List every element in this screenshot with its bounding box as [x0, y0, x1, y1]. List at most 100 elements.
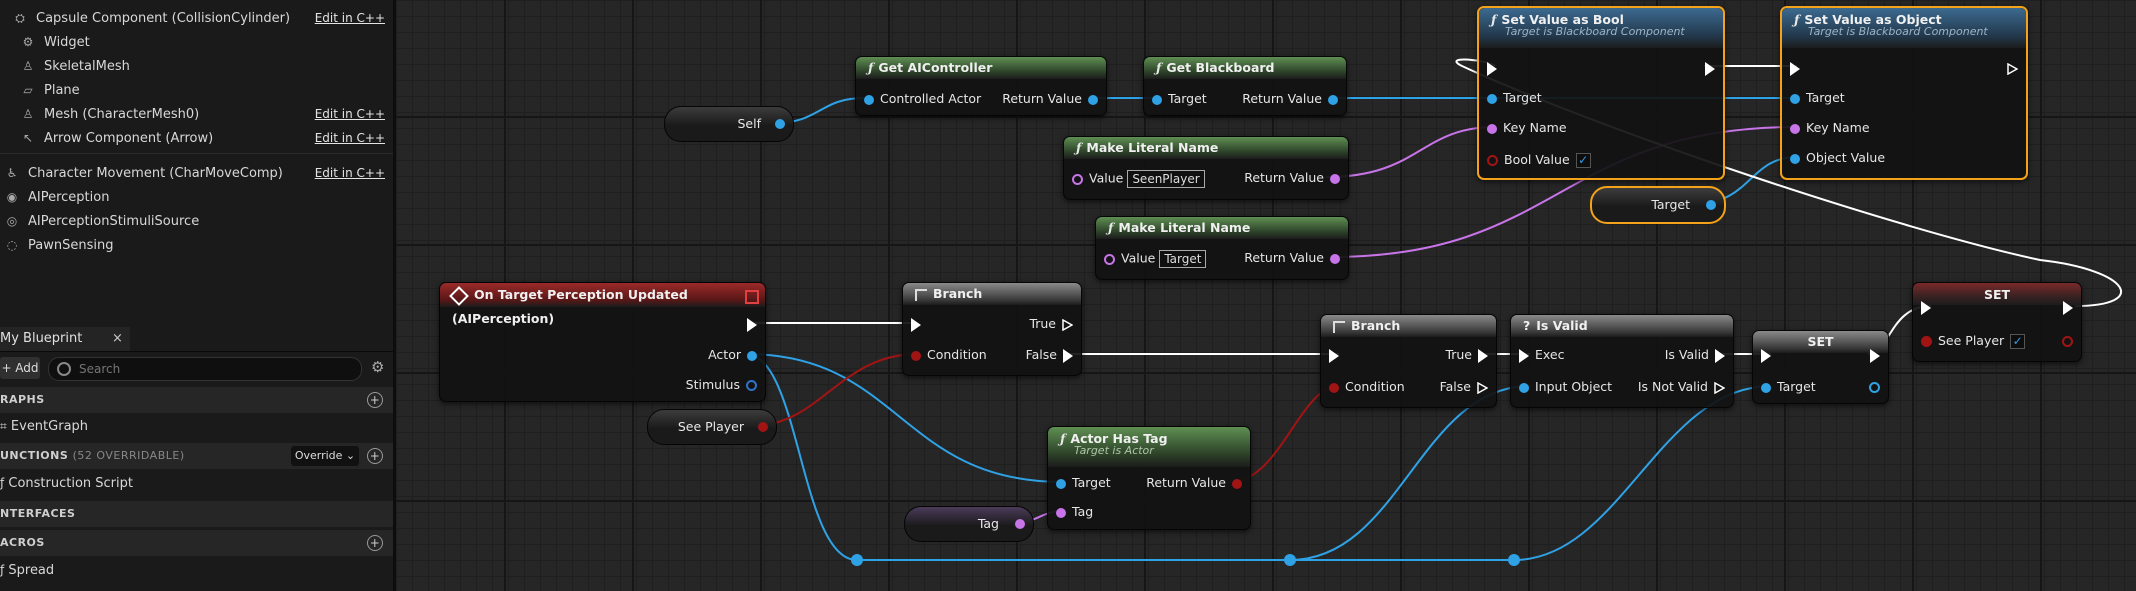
exec-pin-icon[interactable] [1761, 348, 1771, 363]
set-value-as-bool-node[interactable]: ƒ Set Value as Bool Target is Blackboard C… [1477, 6, 1725, 180]
search-input[interactable] [77, 360, 351, 378]
tab-my-blueprint[interactable]: My Blueprint × [0, 327, 130, 351]
add-function-icon[interactable]: + [367, 448, 383, 464]
literal-value-field[interactable]: SeenPlayer [1127, 170, 1205, 188]
exec-pin-icon[interactable] [911, 317, 921, 332]
macro-item-spread[interactable]: ƒ Spread [0, 559, 393, 581]
graph-item-eventgraph[interactable]: ⌗ EventGraph [0, 415, 393, 437]
see-player-variable-node[interactable]: See Player [647, 409, 777, 445]
exec-pin-icon[interactable] [1063, 348, 1073, 363]
name-pin-icon[interactable] [1072, 173, 1083, 185]
override-dropdown[interactable]: Override ⌄ [291, 446, 359, 466]
functions-section-header[interactable]: UNCTIONS (52 OVERRIDABLE) Override ⌄ + [0, 443, 393, 469]
edit-in-cpp-link[interactable]: Edit in C++ [315, 131, 385, 145]
exec-pin-icon[interactable] [1329, 348, 1339, 363]
gear-icon[interactable]: ⚙ [371, 360, 385, 375]
reroute-node[interactable] [1284, 554, 1296, 566]
component-row[interactable]: ↖ Arrow Component (Arrow) Edit in C++ [0, 126, 393, 150]
add-macro-icon[interactable]: + [367, 535, 383, 551]
component-row[interactable]: ♙ SkeletalMesh [0, 54, 393, 78]
search-box[interactable] [48, 357, 362, 381]
close-icon[interactable]: × [112, 327, 123, 351]
reroute-node[interactable] [1508, 554, 1520, 566]
exec-pin-icon[interactable] [1715, 348, 1725, 363]
branch-node[interactable]: Branch True Condition False [902, 282, 1082, 376]
get-blackboard-node[interactable]: ƒ Get Blackboard Target Return Value [1143, 56, 1347, 116]
literal-value-field[interactable]: Target [1159, 250, 1207, 268]
exec-pin-icon[interactable] [1870, 348, 1880, 363]
bool-pin-icon[interactable] [2062, 336, 2073, 347]
exec-pin-icon[interactable] [1487, 61, 1497, 76]
component-row[interactable]: ⛭ Capsule Component (CollisionCylinder) … [0, 6, 393, 30]
object-pin-icon[interactable] [1790, 93, 1800, 104]
graphs-section-header[interactable]: RAPHS + [0, 387, 393, 413]
bool-pin-icon[interactable] [1232, 478, 1242, 489]
add-button[interactable]: + Add [0, 357, 40, 379]
is-valid-node[interactable]: ? Is Valid Exec Is Valid Input Object Is … [1510, 314, 1734, 408]
object-pin-icon[interactable] [747, 350, 757, 361]
bool-pin-icon[interactable] [911, 350, 921, 361]
branch-node[interactable]: Branch True Condition False [1320, 314, 1497, 408]
bool-pin-icon[interactable] [1487, 155, 1498, 166]
delegate-icon[interactable] [745, 290, 759, 304]
tag-variable-node[interactable]: Tag [904, 506, 1034, 542]
set-see-player-node[interactable]: SET See Player ✓ [1912, 282, 2082, 362]
name-pin-icon[interactable] [1790, 123, 1800, 134]
object-pin-icon[interactable] [864, 94, 874, 105]
struct-pin-icon[interactable] [746, 380, 757, 391]
edit-in-cpp-link[interactable]: Edit in C++ [315, 166, 385, 180]
exec-pin-icon[interactable] [1062, 318, 1073, 331]
component-row[interactable]: ♿ Character Movement (CharMoveComp) Edit… [0, 161, 393, 185]
object-pin-icon[interactable] [1152, 94, 1162, 105]
component-row[interactable]: ⚙ Widget [0, 30, 393, 54]
exec-pin-icon[interactable] [1519, 348, 1529, 363]
exec-pin-icon[interactable] [2007, 62, 2018, 75]
name-pin-icon[interactable] [1104, 253, 1115, 265]
bool-value-checkbox[interactable]: ✓ [1575, 153, 1591, 168]
exec-pin-icon[interactable] [747, 317, 757, 332]
edit-in-cpp-link[interactable]: Edit in C++ [315, 107, 385, 121]
bool-pin-icon[interactable] [758, 422, 768, 432]
target-variable-node[interactable]: Target [1590, 186, 1726, 224]
object-pin-icon[interactable] [1519, 382, 1529, 393]
see-player-checkbox[interactable]: ✓ [2010, 334, 2026, 349]
get-aicontroller-node[interactable]: ƒ Get AIController Controlled Actor Retur… [855, 56, 1107, 116]
bool-pin-icon[interactable] [1329, 382, 1339, 393]
name-pin-icon[interactable] [1487, 123, 1497, 134]
object-pin-icon[interactable] [1328, 94, 1338, 105]
interfaces-section-header[interactable]: NTERFACES [0, 501, 393, 527]
component-row[interactable]: ▱ Plane [0, 78, 393, 102]
component-row[interactable]: ◉ AIPerception [0, 185, 393, 209]
component-row[interactable]: ◌ PawnSensing [0, 233, 393, 257]
object-pin-icon[interactable] [1706, 200, 1716, 210]
function-item-construction-script[interactable]: ƒ Construction Script [0, 472, 393, 494]
exec-pin-icon[interactable] [1714, 381, 1725, 394]
set-target-node[interactable]: SET Target [1752, 330, 1889, 404]
object-pin-icon[interactable] [1790, 153, 1800, 164]
object-pin-icon[interactable] [1761, 382, 1771, 393]
object-pin-icon[interactable] [1487, 93, 1497, 104]
self-node[interactable]: Self [664, 106, 794, 142]
exec-pin-icon[interactable] [1478, 348, 1488, 363]
on-target-perception-updated-node[interactable]: On Target Perception Updated (AIPercepti… [439, 282, 766, 402]
make-literal-name-node[interactable]: ƒ Make Literal Name Value SeenPlayer Retu… [1063, 136, 1349, 200]
bool-pin-icon[interactable] [1921, 336, 1932, 347]
name-pin-icon[interactable] [1330, 253, 1340, 264]
reroute-node[interactable] [851, 554, 863, 566]
object-pin-icon[interactable] [1088, 94, 1098, 105]
object-pin-icon[interactable] [1869, 382, 1880, 393]
component-row[interactable]: ◎ AIPerceptionStimuliSource [0, 209, 393, 233]
make-literal-name-node[interactable]: ƒ Make Literal Name Value Target Return V… [1095, 216, 1349, 280]
set-value-as-object-node[interactable]: ƒ Set Value as Object Target is Blackboard… [1780, 6, 2028, 180]
exec-pin-icon[interactable] [1477, 381, 1488, 394]
exec-pin-icon[interactable] [1705, 61, 1715, 76]
component-row[interactable]: ♙ Mesh (CharacterMesh0) Edit in C++ [0, 102, 393, 126]
exec-pin-icon[interactable] [1790, 61, 1800, 76]
name-pin-icon[interactable] [1056, 507, 1066, 518]
object-pin-icon[interactable] [1056, 478, 1066, 489]
exec-pin-icon[interactable] [2063, 300, 2073, 315]
exec-pin-icon[interactable] [1921, 300, 1931, 315]
add-graph-icon[interactable]: + [367, 392, 383, 408]
object-pin-icon[interactable] [775, 119, 785, 129]
macros-section-header[interactable]: ACROS + [0, 530, 393, 556]
